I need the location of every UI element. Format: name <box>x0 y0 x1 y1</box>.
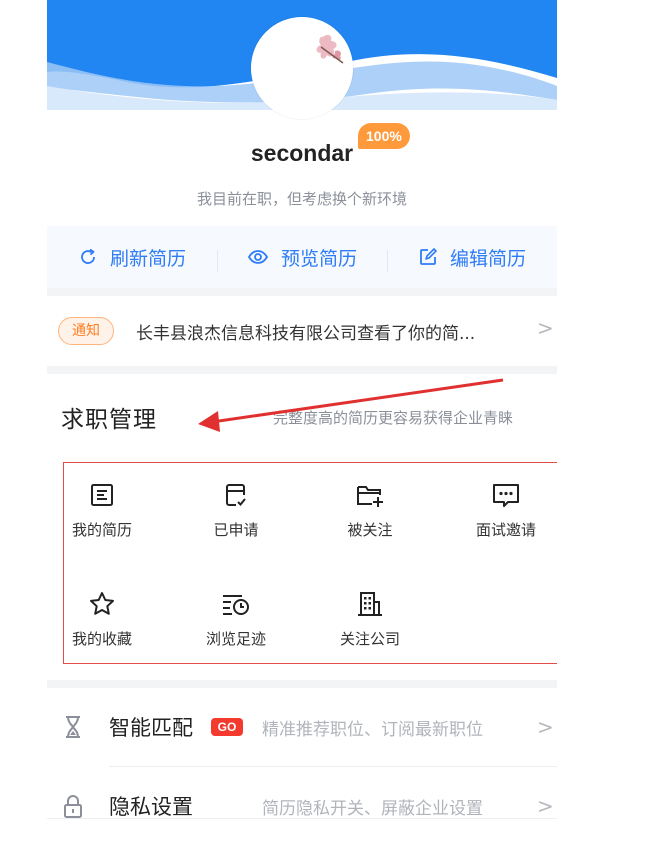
notice-text: 长丰县浪杰信息科技有限公司查看了你的简... <box>136 323 476 344</box>
section-divider <box>47 366 557 374</box>
grid-item-followed-companies[interactable]: 关注公司 <box>310 590 430 649</box>
menu-subtitle: 精准推荐职位、订阅最新职位 <box>262 719 483 740</box>
preview-resume-label: 预览简历 <box>280 247 357 270</box>
grid-item-browsing-history[interactable]: 浏览足迹 <box>176 590 296 649</box>
section-divider <box>47 288 557 296</box>
grid-item-label: 面试邀请 <box>475 521 536 539</box>
refresh-icon <box>81 248 95 264</box>
eye-icon <box>247 250 269 264</box>
preview-resume-button[interactable]: 预览简历 <box>217 244 387 272</box>
grid-item-interview-invitations[interactable]: 面试邀请 <box>446 481 557 540</box>
building-icon <box>358 592 382 616</box>
go-badge: GO <box>211 718 243 736</box>
grid-item-label: 关注公司 <box>339 630 400 648</box>
menu-title: 智能匹配 <box>109 716 193 740</box>
hourglass-icon <box>66 716 80 738</box>
resume-actions-bar: 刷新简历 预览简历 编辑简历 <box>47 226 557 288</box>
menu-subtitle: 简历隐私开关、屏蔽企业设置 <box>262 798 483 819</box>
applied-icon <box>226 484 246 506</box>
resume-icon <box>91 484 113 506</box>
section-divider <box>47 680 557 688</box>
profile-page: 100% secondar 我目前在职，但考虑换个新环境 刷新简历 预览简历 编… <box>47 0 557 851</box>
menu-row-privacy-settings[interactable]: 隐私设置 简历隐私开关、屏蔽企业设置 > <box>47 767 557 845</box>
bottom-divider <box>47 818 557 819</box>
notice-bar[interactable]: 通知 长丰县浪杰信息科技有限公司查看了你的简... > <box>47 296 557 366</box>
username: secondar <box>250 140 354 166</box>
menu-row-smart-match[interactable]: 智能匹配 GO 精准推荐职位、订阅最新职位 > <box>47 688 557 766</box>
refresh-resume-label: 刷新简历 <box>109 247 186 270</box>
grid-item-label: 浏览足迹 <box>205 630 266 648</box>
notice-tag: 通知 <box>58 317 114 345</box>
grid-item-applied[interactable]: 已申请 <box>176 481 296 540</box>
grid-item-my-resume[interactable]: 我的简历 <box>47 481 162 540</box>
chevron-right-icon: > <box>537 794 554 818</box>
section-subtitle: 完整度高的简历更容易获得企业青睐 <box>273 409 514 427</box>
star-icon <box>90 592 114 615</box>
edit-resume-button[interactable]: 编辑简历 <box>387 244 557 272</box>
chevron-right-icon: > <box>537 715 554 739</box>
job-management-grid: 我的简历 已申请 被关注 面试邀请 我的收藏 浏览足迹 关注公司 <box>63 462 557 664</box>
section-title: 求职管理 <box>61 407 157 433</box>
grid-item-label: 已申请 <box>213 521 259 539</box>
edit-icon <box>420 248 437 265</box>
lock-icon <box>64 795 82 818</box>
chevron-right-icon: > <box>537 316 554 340</box>
avatar[interactable] <box>251 17 353 119</box>
job-status-text[interactable]: 我目前在职，但考虑换个新环境 <box>47 188 557 209</box>
grid-item-favorites[interactable]: 我的收藏 <box>47 590 162 649</box>
grid-item-label: 我的收藏 <box>71 630 132 648</box>
grid-item-followed[interactable]: 被关注 <box>310 481 430 540</box>
flower-icon <box>251 17 353 119</box>
grid-item-label: 我的简历 <box>71 521 132 539</box>
message-icon <box>493 484 519 507</box>
history-icon <box>223 595 249 615</box>
refresh-resume-button[interactable]: 刷新简历 <box>47 244 217 271</box>
edit-resume-label: 编辑简历 <box>449 247 526 270</box>
folder-add-icon <box>357 486 383 507</box>
grid-item-label: 被关注 <box>347 521 393 539</box>
menu-title: 隐私设置 <box>109 795 193 819</box>
